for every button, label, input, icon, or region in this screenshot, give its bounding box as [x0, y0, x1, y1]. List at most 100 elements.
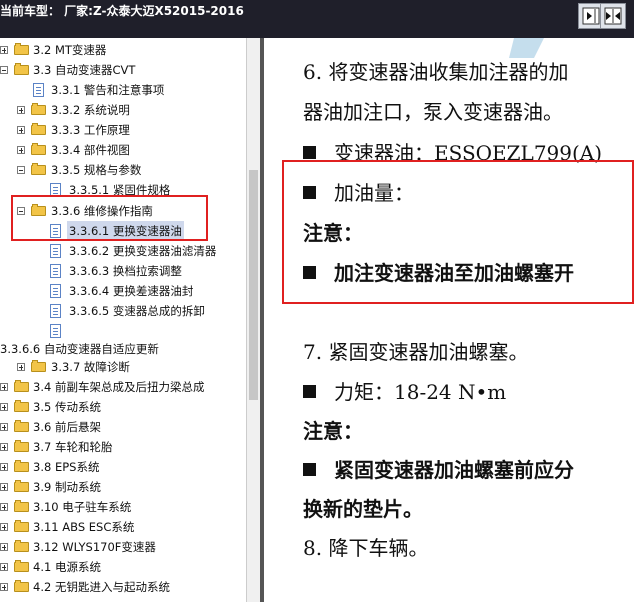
tree-item-3-8[interactable]: 3.8 EPS系统 — [0, 457, 246, 477]
note-2-line-2: 换新的垫片。 — [303, 497, 423, 521]
document-icon — [50, 264, 61, 278]
tree-item-3-3-2[interactable]: 3.3.2 系统说明 — [0, 100, 246, 120]
expand-toggle[interactable] — [17, 363, 25, 371]
tree-item-label: 3.3.6.3 换档拉索调整 — [69, 264, 182, 278]
tree-item-label: 3.11 ABS ESC系统 — [33, 520, 135, 534]
bullet-square-icon — [303, 266, 316, 279]
tree-item-3-6[interactable]: 3.6 前后悬架 — [0, 417, 246, 437]
tree-item-label: 3.2 MT变速器 — [33, 43, 107, 57]
tree-item-label: 3.3.5.1 紧固件规格 — [69, 183, 171, 197]
tree-item-label: 3.3.7 故障诊断 — [51, 360, 130, 374]
tree-item-3-3-6-6[interactable]: 3.3.6.6 自动变速器自适应更新 — [0, 339, 246, 359]
expand-toggle[interactable] — [0, 383, 8, 391]
expand-toggle[interactable] — [0, 423, 8, 431]
tree-item-label-selected: 3.3.6.1 更换变速器油 — [67, 221, 184, 241]
tree-item-3-3[interactable]: 3.3 自动变速器CVT — [0, 60, 246, 80]
tree-item-label: 3.3.6.6 自动变速器自适应更新 — [0, 342, 159, 356]
tree-item-3-3-6[interactable]: 3.3.6 维修操作指南 — [0, 201, 246, 221]
tree-item-4-1[interactable]: 4.1 电源系统 — [0, 557, 246, 577]
document-icon — [50, 304, 61, 318]
expand-toggle[interactable] — [0, 523, 8, 531]
oil-quantity-text: 加油量： — [334, 181, 414, 205]
document-icon — [50, 244, 61, 258]
folder-open-icon — [31, 163, 46, 175]
bullet-square-icon — [303, 146, 316, 159]
tree-scrollbar[interactable] — [246, 38, 260, 602]
oil-spec-text: 变速器油：ESSOEZL799(A) — [334, 141, 603, 165]
expand-toggle[interactable] — [0, 46, 8, 54]
note-2-text: 紧固变速器加油螺塞前应分 — [334, 458, 574, 482]
split-view-button[interactable] — [600, 3, 626, 29]
torque-line: 力矩：18-24 N•m — [303, 376, 506, 405]
folder-icon — [14, 500, 29, 512]
tree-item-3-3-6-2[interactable]: 3.3.6.2 更换变速器油滤清器 — [0, 241, 246, 261]
oil-quantity-line: 加油量： — [303, 177, 414, 206]
document-icon — [50, 284, 61, 298]
tree-item-label: 3.12 WLYS170F变速器 — [33, 540, 156, 554]
tree-item-3-3-5[interactable]: 3.3.5 规格与参数 — [0, 160, 246, 180]
collapse-toggle[interactable] — [17, 207, 25, 215]
chapter-tree[interactable]: 3.2 MT变速器 3.3 自动变速器CVT 3.3.1 警告和注意事项 3.3… — [0, 38, 246, 602]
folder-icon — [14, 560, 29, 572]
folder-icon — [14, 380, 29, 392]
tree-item-label: 3.3.3 工作原理 — [51, 123, 130, 137]
expand-right-icon — [582, 7, 600, 25]
folder-icon — [14, 480, 29, 492]
step-6-line-2: 器油加注口，泵入变速器油。 — [303, 100, 563, 124]
folder-icon — [31, 360, 46, 372]
tree-item-3-3-3[interactable]: 3.3.3 工作原理 — [0, 120, 246, 140]
expand-toggle[interactable] — [0, 443, 8, 451]
tree-item-3-11[interactable]: 3.11 ABS ESC系统 — [0, 517, 246, 537]
expand-toggle[interactable] — [0, 563, 8, 571]
expand-toggle[interactable] — [17, 146, 25, 154]
tree-item-label: 3.3.5 规格与参数 — [51, 163, 142, 177]
folder-open-icon — [14, 63, 29, 75]
scrollbar-thumb[interactable] — [249, 170, 258, 400]
collapse-toggle[interactable] — [17, 166, 25, 174]
tree-item-label: 3.3.6.2 更换变速器油滤清器 — [69, 244, 217, 258]
folder-open-icon — [31, 204, 46, 216]
tree-item-3-3-7[interactable]: 3.3.7 故障诊断 — [0, 357, 246, 377]
step-8-line: 8. 降下车辆。 — [303, 536, 429, 560]
tree-item-3-3-6-4[interactable]: 3.3.6.4 更换差速器油封 — [0, 281, 246, 301]
tree-item-blank[interactable] — [0, 321, 246, 341]
tree-item-3-3-6-3[interactable]: 3.3.6.3 换档拉索调整 — [0, 261, 246, 281]
document-icon — [50, 324, 61, 338]
tree-item-3-10[interactable]: 3.10 电子驻车系统 — [0, 497, 246, 517]
title-bar: 当前车型： 厂家:Z-众泰大迈X52015-2016 — [0, 0, 634, 38]
folder-icon — [14, 580, 29, 592]
expand-toggle[interactable] — [17, 126, 25, 134]
collapse-toggle[interactable] — [0, 66, 8, 74]
tree-item-4-2[interactable]: 4.2 无钥匙进入与起动系统 — [0, 577, 246, 597]
tree-item-3-5[interactable]: 3.5 传动系统 — [0, 397, 246, 417]
expand-toggle[interactable] — [17, 106, 25, 114]
expand-toggle[interactable] — [0, 483, 8, 491]
folder-icon — [14, 520, 29, 532]
tree-item-label: 4.2 无钥匙进入与起动系统 — [33, 580, 170, 594]
tree-item-3-3-6-5[interactable]: 3.3.6.5 变速器总成的拆卸 — [0, 301, 246, 321]
expand-toggle[interactable] — [0, 403, 8, 411]
tree-item-3-12[interactable]: 3.12 WLYS170F变速器 — [0, 537, 246, 557]
tree-item-label: 3.8 EPS系统 — [33, 460, 100, 474]
tree-item-3-3-6-1[interactable]: 3.3.6.1 更换变速器油 — [0, 221, 246, 241]
tree-item-label: 3.3.2 系统说明 — [51, 103, 130, 117]
tree-item-label: 3.5 传动系统 — [33, 400, 101, 414]
tree-item-3-4[interactable]: 3.4 前副车架总成及后扭力梁总成 — [0, 377, 246, 397]
tree-item-3-3-5-1[interactable]: 3.3.5.1 紧固件规格 — [0, 180, 246, 200]
note-heading-1: 注意： — [303, 221, 363, 245]
folder-icon — [14, 460, 29, 472]
tree-item-3-9[interactable]: 3.9 制动系统 — [0, 477, 246, 497]
folder-icon — [14, 400, 29, 412]
expand-toggle[interactable] — [0, 463, 8, 471]
tree-item-3-2[interactable]: 3.2 MT变速器 — [0, 40, 246, 60]
tree-item-label: 3.10 电子驻车系统 — [33, 500, 132, 514]
document-icon — [33, 83, 44, 97]
tree-item-3-3-1[interactable]: 3.3.1 警告和注意事项 — [0, 80, 246, 100]
tree-item-3-3-4[interactable]: 3.3.4 部件视图 — [0, 140, 246, 160]
folder-icon — [14, 540, 29, 552]
tree-item-3-7[interactable]: 3.7 车轮和轮胎 — [0, 437, 246, 457]
expand-toggle[interactable] — [0, 543, 8, 551]
expand-toggle[interactable] — [0, 503, 8, 511]
expand-toggle[interactable] — [0, 583, 8, 591]
folder-icon — [31, 123, 46, 135]
